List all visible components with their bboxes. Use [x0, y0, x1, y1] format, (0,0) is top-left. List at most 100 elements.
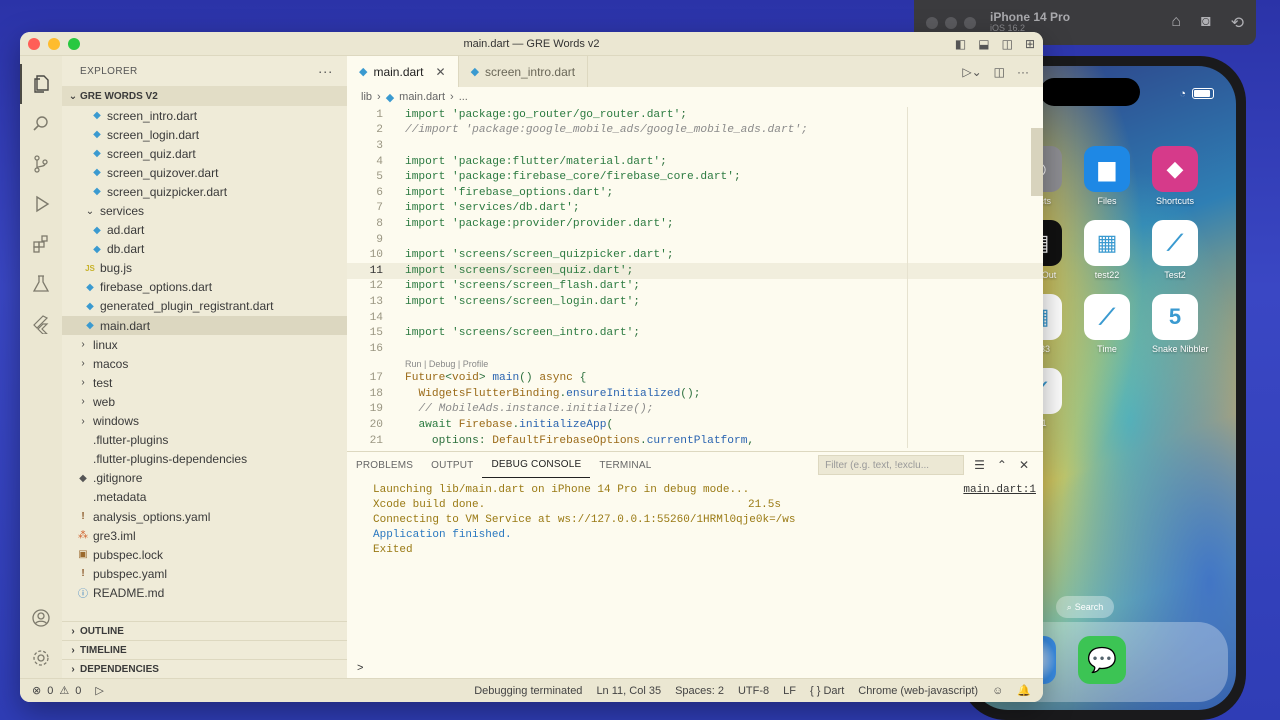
file-item[interactable]: ◆ screen_quizpicker.dart [62, 182, 347, 201]
breadcrumb-item[interactable]: main.dart [399, 91, 445, 103]
encoding[interactable]: UTF-8 [738, 685, 769, 697]
feedback-icon[interactable]: ☺ [992, 685, 1003, 697]
messages-app-icon[interactable]: 💬 [1078, 636, 1126, 684]
code-line[interactable]: 8 import 'package:provider/provider.dart'… [347, 216, 1043, 232]
code-line[interactable]: 4 import 'package:flutter/material.dart'; [347, 154, 1043, 170]
file-item[interactable]: ⓘ README.md [62, 583, 347, 602]
editor-scrollbar[interactable] [1031, 128, 1043, 196]
cursor-position[interactable]: Ln 11, Col 35 [596, 685, 661, 697]
tab-terminal[interactable]: TERMINAL [590, 452, 660, 478]
indentation[interactable]: Spaces: 2 [675, 685, 724, 697]
app-icon-time[interactable]: ⟋ Time [1084, 294, 1130, 354]
code-line[interactable]: 5 import 'package:firebase_core/firebase_… [347, 169, 1043, 185]
folder-item[interactable]: › linux [62, 335, 347, 354]
more-actions-icon[interactable]: ··· [318, 63, 333, 79]
code-line[interactable]: 9 [347, 232, 1043, 248]
console-prompt[interactable]: > [357, 662, 363, 674]
line-endings[interactable]: LF [783, 685, 796, 697]
source-link[interactable]: main.dart:1 [963, 484, 1036, 496]
file-item[interactable]: .flutter-plugins [62, 431, 347, 450]
file-item[interactable]: ◆ main.dart [62, 316, 347, 336]
tab-screen-intro-dart[interactable]: ◆ screen_intro.dart [459, 56, 589, 87]
file-item[interactable]: ◆ .gitignore [62, 469, 347, 488]
run-and-debug-icon[interactable] [20, 184, 62, 224]
explorer-icon[interactable] [20, 64, 62, 104]
file-item[interactable]: .metadata [62, 488, 347, 507]
code-line[interactable]: 13 import 'screens/screen_login.dart'; [347, 294, 1043, 310]
section-timeline[interactable]: › TIMELINE [62, 640, 347, 659]
notifications-bell-icon[interactable]: 🔔 [1017, 684, 1031, 697]
code-line[interactable]: 14 [347, 310, 1043, 326]
clear-console-icon[interactable]: ☰ [974, 458, 985, 472]
tab-main-dart[interactable]: ◆ main.dart ✕ [347, 56, 459, 87]
code-line[interactable]: 17 Future<void> main() async { [347, 371, 1043, 387]
source-control-icon[interactable] [20, 144, 62, 184]
code-line[interactable]: 18 WidgetsFlutterBinding.ensureInitializ… [347, 386, 1043, 402]
code-line[interactable]: 2 //import 'package:google_mobile_ads/goo… [347, 123, 1043, 139]
home-search-button[interactable]: ⌕ Search [1056, 596, 1114, 618]
breadcrumb-item[interactable]: ... [459, 91, 468, 103]
file-item[interactable]: .flutter-plugins-dependencies [62, 450, 347, 469]
app-icon-snake-nibbler[interactable]: 5 Snake Nibbler [1152, 294, 1209, 354]
code-line[interactable]: 16 [347, 341, 1043, 357]
code-line[interactable]: 7 import 'services/db.dart'; [347, 201, 1043, 217]
rotate-icon[interactable]: ⟲ [1231, 13, 1244, 33]
screenshot-icon[interactable]: ◙ [1201, 13, 1211, 33]
code-line[interactable]: 12 import 'screens/screen_flash.dart'; [347, 279, 1043, 295]
file-item[interactable]: ! analysis_options.yaml [62, 507, 347, 526]
app-icon-files[interactable]: ▆ Files [1084, 146, 1130, 206]
close-icon[interactable]: ✕ [436, 65, 446, 79]
split-editor-icon[interactable]: ◫ [994, 65, 1005, 79]
code-line[interactable]: 21 options: DefaultFirebaseOptions.curre… [347, 433, 1043, 449]
tab-output[interactable]: OUTPUT [422, 452, 482, 478]
file-item[interactable]: ⁂ gre3.iml [62, 526, 347, 545]
folder-item[interactable]: › macos [62, 354, 347, 373]
file-item[interactable]: ◆ db.dart [62, 240, 347, 259]
code-line[interactable]: 10 import 'screens/screen_quizpicker.dart… [347, 247, 1043, 263]
errors-icon[interactable]: ⊗ [32, 684, 41, 697]
manage-gear-icon[interactable] [20, 638, 62, 678]
file-item[interactable]: ◆ generated_plugin_registrant.dart [62, 297, 347, 316]
file-item[interactable]: ◆ firebase_options.dart [62, 278, 347, 297]
extensions-icon[interactable] [20, 224, 62, 264]
code-line[interactable]: 20 await Firebase.initializeApp( [347, 417, 1043, 433]
simulator-window-controls[interactable] [926, 16, 976, 29]
breadcrumb-item[interactable]: lib [361, 91, 372, 103]
flutter-icon[interactable] [20, 304, 62, 344]
console-filter-input[interactable]: Filter (e.g. text, !exclu... [818, 455, 965, 475]
section-dependencies[interactable]: › DEPENDENCIES [62, 659, 347, 678]
search-icon[interactable] [20, 104, 62, 144]
close-panel-icon[interactable]: ✕ [1019, 458, 1029, 472]
file-item[interactable]: JS bug.js [62, 259, 347, 278]
codelens-run-debug[interactable]: Run | Debug | Profile [347, 357, 1043, 371]
code-line[interactable]: 1 import 'package:go_router/go_router.dar… [347, 107, 1043, 123]
code-line[interactable]: 19 // MobileAds.instance.initialize(); [347, 402, 1043, 418]
testing-icon[interactable] [20, 264, 62, 304]
more-actions-icon[interactable]: ··· [1017, 65, 1029, 79]
file-item[interactable]: ! pubspec.yaml [62, 564, 347, 583]
project-folder-header[interactable]: ⌄ GRE WORDS V2 [62, 86, 347, 106]
maximize-panel-icon[interactable]: ⌃ [997, 458, 1007, 472]
file-item[interactable]: ▣ pubspec.lock [62, 545, 347, 564]
tab-debug-console[interactable]: DEBUG CONSOLE [482, 452, 591, 478]
language-mode[interactable]: { } Dart [810, 685, 844, 697]
debug-icon[interactable]: ▷ [95, 684, 103, 697]
code-line[interactable]: 6 import 'firebase_options.dart'; [347, 185, 1043, 201]
app-icon-test22[interactable]: ▦ test22 [1084, 220, 1130, 280]
code-editor[interactable]: 1 import 'package:go_router/go_router.dar… [347, 107, 1043, 449]
file-item[interactable]: ◆ ad.dart [62, 221, 347, 240]
code-line[interactable]: 15 import 'screens/screen_intro.dart'; [347, 325, 1043, 341]
folder-item[interactable]: › test [62, 373, 347, 392]
warning-icon[interactable]: ⚠ [59, 684, 69, 697]
code-line[interactable]: 3 [347, 138, 1043, 154]
warning-count[interactable]: 0 [75, 685, 81, 697]
folder-item[interactable]: › windows [62, 412, 347, 431]
app-icon-shortcuts[interactable]: ◆ Shortcuts [1152, 146, 1198, 206]
device-selector[interactable]: Chrome (web-javascript) [858, 685, 978, 697]
home-icon[interactable]: ⌂ [1171, 13, 1181, 33]
folder-item[interactable]: ⌄ services [62, 201, 347, 220]
run-debug-icon[interactable]: ▷⌄ [962, 65, 981, 79]
code-line[interactable]: 11 import 'screens/screen_quiz.dart'; [347, 262, 1043, 279]
tab-problems[interactable]: PROBLEMS [347, 452, 422, 478]
section-outline[interactable]: › OUTLINE [62, 621, 347, 640]
